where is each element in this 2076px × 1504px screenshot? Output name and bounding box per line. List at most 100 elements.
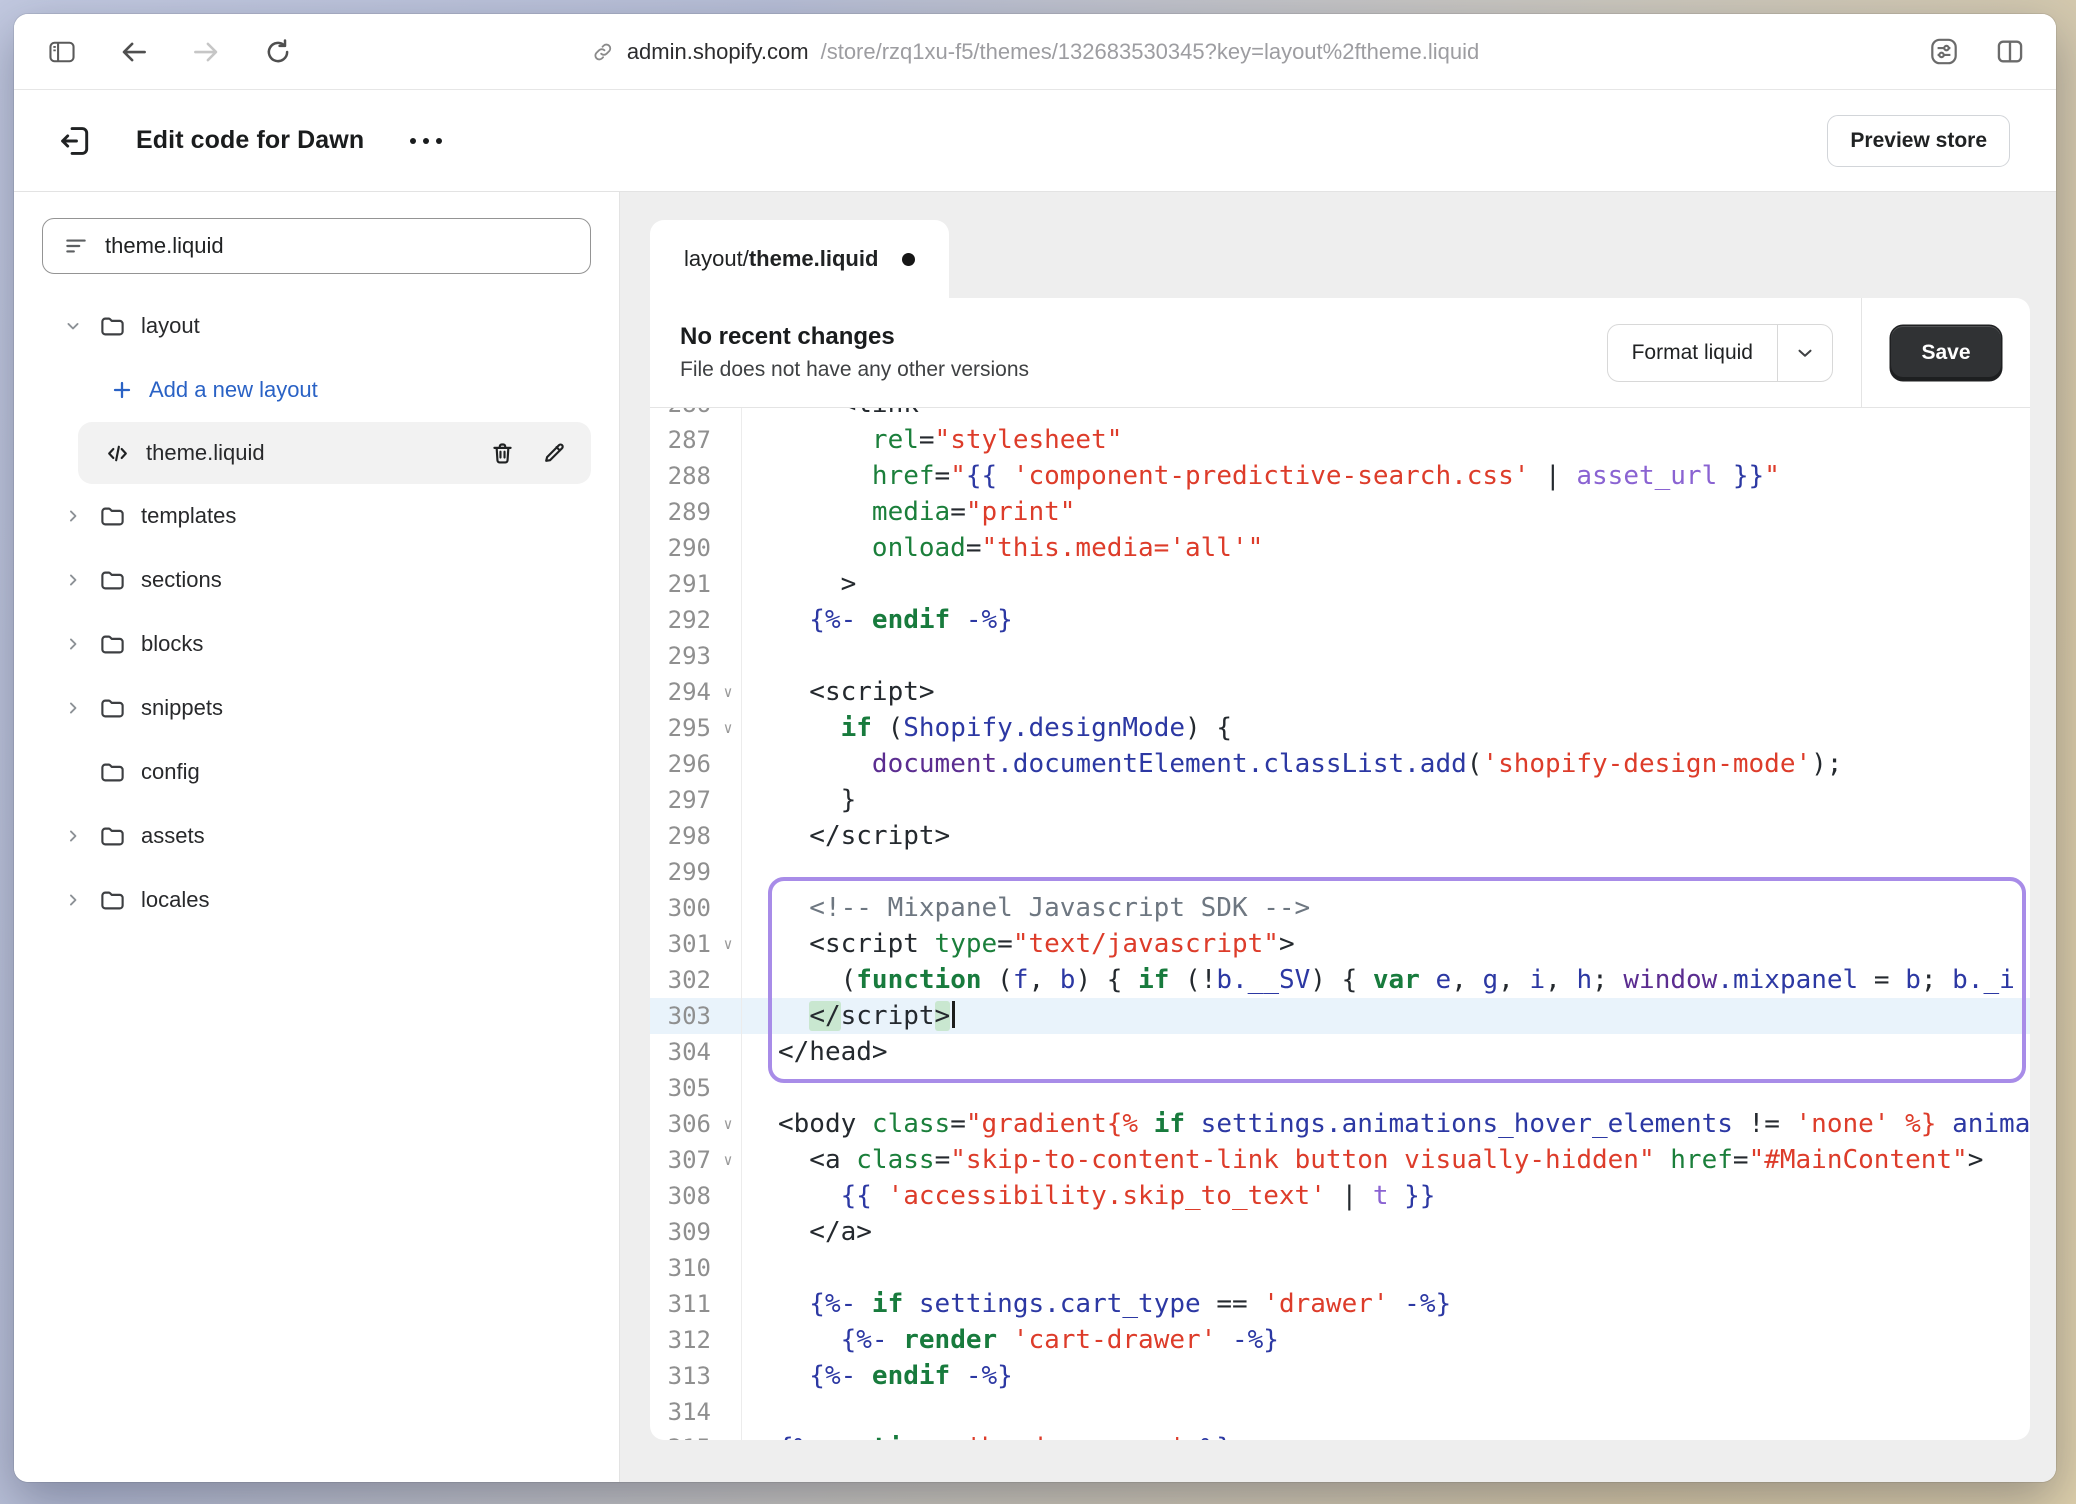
line-number: 312 xyxy=(650,1322,715,1358)
chevron-right-icon[interactable] xyxy=(62,569,84,591)
fold-spacer xyxy=(715,1394,741,1430)
code-line[interactable]: 301∨ <script type="text/javascript"> xyxy=(650,926,2030,962)
code-line[interactable]: 293 xyxy=(650,638,2030,674)
exit-icon[interactable] xyxy=(56,122,94,160)
line-number: 310 xyxy=(650,1250,715,1286)
line-number: 304 xyxy=(650,1034,715,1070)
fold-toggle-icon[interactable]: ∨ xyxy=(715,1142,741,1178)
line-number: 315 xyxy=(650,1430,715,1440)
chevron-right-icon[interactable] xyxy=(62,633,84,655)
item-label: locales xyxy=(141,887,209,913)
tab-file-name: theme.liquid xyxy=(749,246,879,272)
fold-toggle-icon[interactable]: ∨ xyxy=(715,926,741,962)
code-line[interactable]: 314 xyxy=(650,1394,2030,1430)
fold-spacer xyxy=(715,1214,741,1250)
code-line[interactable]: 298 </script> xyxy=(650,818,2030,854)
sidebar-item-templates[interactable]: templates xyxy=(42,484,591,548)
code-line[interactable]: 308 {{ 'accessibility.skip_to_text' | t … xyxy=(650,1178,2030,1214)
code-line[interactable]: 309 </a> xyxy=(650,1214,2030,1250)
fold-spacer xyxy=(715,854,741,890)
fold-toggle-icon[interactable]: ∨ xyxy=(715,674,741,710)
code-line[interactable]: 287 rel="stylesheet" xyxy=(650,422,2030,458)
code-line[interactable]: 291 > xyxy=(650,566,2030,602)
code-line-partial[interactable]: 315{% sections 'header-group' %} xyxy=(650,1430,2030,1440)
fold-spacer xyxy=(715,746,741,782)
line-number: 295 xyxy=(650,710,715,746)
delete-file-icon[interactable] xyxy=(489,440,516,467)
code-line[interactable]: 311 {%- if settings.cart_type == 'drawer… xyxy=(650,1286,2030,1322)
code-line[interactable]: 286 <link xyxy=(650,408,2030,422)
chevron-right-icon[interactable] xyxy=(62,889,84,911)
fold-spacer xyxy=(715,1034,741,1070)
split-view-icon[interactable] xyxy=(1994,36,2026,68)
sidebar-item-blocks[interactable]: blocks xyxy=(42,612,591,676)
chevron-down-icon[interactable] xyxy=(62,315,84,337)
fold-toggle-icon[interactable]: ∨ xyxy=(715,710,741,746)
line-number: 290 xyxy=(650,530,715,566)
page-title: Edit code for Dawn xyxy=(136,126,364,155)
code-editor[interactable]: 286 <link287 rel="stylesheet"288 href="{… xyxy=(650,408,2030,1440)
fold-toggle-icon[interactable]: ∨ xyxy=(715,1106,741,1142)
format-options-dropdown[interactable] xyxy=(1778,325,1832,381)
code-line[interactable]: 313 {%- endif -%} xyxy=(650,1358,2030,1394)
sidebar-item-layout[interactable]: layout xyxy=(42,294,591,358)
preview-store-button[interactable]: Preview store xyxy=(1827,115,2010,167)
item-label: config xyxy=(141,759,200,785)
code-line[interactable]: 312 {%- render 'cart-drawer' -%} xyxy=(650,1322,2030,1358)
code-line[interactable]: 289 media="print" xyxy=(650,494,2030,530)
sidebar-item-add-a-new-layout[interactable]: Add a new layout xyxy=(42,358,591,422)
chevron-right-icon[interactable] xyxy=(62,505,84,527)
rename-file-icon[interactable] xyxy=(540,440,567,467)
chevron-right-icon[interactable] xyxy=(62,697,84,719)
chevron-right-icon[interactable] xyxy=(62,825,84,847)
fold-spacer xyxy=(715,890,741,926)
code-line[interactable]: 290 onload="this.media='all'" xyxy=(650,530,2030,566)
format-liquid-button[interactable]: Format liquid xyxy=(1608,325,1777,381)
item-label: assets xyxy=(141,823,205,849)
sidebar-item-sections[interactable]: sections xyxy=(42,548,591,612)
page-settings-icon[interactable] xyxy=(1928,36,1960,68)
sidebar-toggle-icon[interactable] xyxy=(46,36,78,68)
code-line[interactable]: 300 <!-- Mixpanel Javascript SDK --> xyxy=(650,890,2030,926)
address-bar[interactable]: admin.shopify.com/store/rzq1xu-f5/themes… xyxy=(591,14,1479,89)
line-number: 307 xyxy=(650,1142,715,1178)
tab-theme-liquid[interactable]: layout/theme.liquid xyxy=(650,220,949,298)
code-line[interactable]: 310 xyxy=(650,1250,2030,1286)
search-input[interactable] xyxy=(105,233,570,259)
code-line[interactable]: 303 </script> xyxy=(650,998,2030,1034)
item-label: snippets xyxy=(141,695,223,721)
sidebar-item-config[interactable]: config xyxy=(42,740,591,804)
sidebar-item-locales[interactable]: locales xyxy=(42,868,591,932)
url-host: admin.shopify.com xyxy=(627,39,809,65)
file-search[interactable] xyxy=(42,218,591,274)
item-label: theme.liquid xyxy=(146,440,265,466)
more-actions-icon[interactable] xyxy=(410,138,442,144)
sidebar-item-assets[interactable]: assets xyxy=(42,804,591,868)
sidebar-item-snippets[interactable]: snippets xyxy=(42,676,591,740)
fold-spacer xyxy=(715,530,741,566)
line-number: 300 xyxy=(650,890,715,926)
reload-icon[interactable] xyxy=(262,36,294,68)
item-label: Add a new layout xyxy=(149,377,318,403)
code-line[interactable]: 288 href="{{ 'component-predictive-searc… xyxy=(650,458,2030,494)
code-line[interactable]: 297 } xyxy=(650,782,2030,818)
line-number: 302 xyxy=(650,962,715,998)
browser-window: admin.shopify.com/store/rzq1xu-f5/themes… xyxy=(14,14,2056,1482)
code-line[interactable]: 294∨ <script> xyxy=(650,674,2030,710)
code-line[interactable]: 306∨<body class="gradient{% if settings.… xyxy=(650,1106,2030,1142)
code-line[interactable]: 296 document.documentElement.classList.a… xyxy=(650,746,2030,782)
save-button[interactable]: Save xyxy=(1891,326,2000,380)
fold-spacer xyxy=(715,1070,741,1106)
code-line[interactable]: 304</head> xyxy=(650,1034,2030,1070)
forward-icon[interactable] xyxy=(190,36,222,68)
sidebar-item-theme-liquid[interactable]: theme.liquid xyxy=(78,422,591,484)
code-line[interactable]: 292 {%- endif -%} xyxy=(650,602,2030,638)
code-line[interactable]: 299 xyxy=(650,854,2030,890)
code-line[interactable]: 295∨ if (Shopify.designMode) { xyxy=(650,710,2030,746)
back-icon[interactable] xyxy=(118,36,150,68)
code-line[interactable]: 302 (function (f, b) { if (!b.__SV) { va… xyxy=(650,962,2030,998)
folder-icon xyxy=(99,823,126,850)
code-line[interactable]: 307∨ <a class="skip-to-content-link butt… xyxy=(650,1142,2030,1178)
browser-toolbar: admin.shopify.com/store/rzq1xu-f5/themes… xyxy=(14,14,2056,90)
code-line[interactable]: 305 xyxy=(650,1070,2030,1106)
